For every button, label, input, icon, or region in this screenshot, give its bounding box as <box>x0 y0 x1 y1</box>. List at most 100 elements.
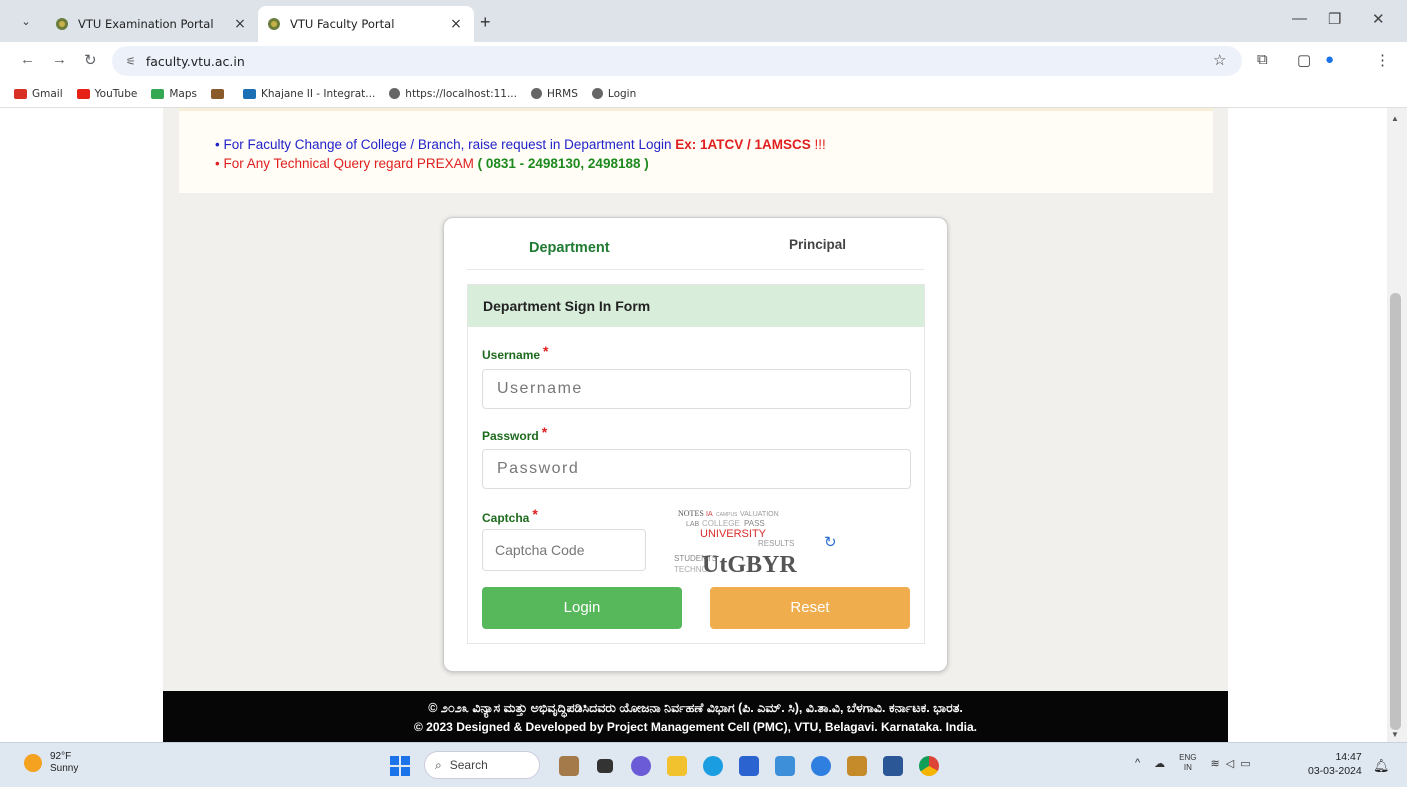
reset-button[interactable]: Reset <box>710 587 910 629</box>
bookmark-login[interactable]: Login <box>591 88 636 100</box>
globe-icon <box>591 88 603 99</box>
new-tab-button[interactable]: + <box>480 12 491 33</box>
captcha-code-text: UtGBYR <box>702 552 797 578</box>
notice-item-technical-query: For Any Technical Query regard PREXAM ( … <box>215 154 826 173</box>
browser-tab-vtu-exam[interactable]: VTU Examination Portal × <box>46 6 258 42</box>
side-panel-icon[interactable]: ▢ <box>1297 51 1311 69</box>
task-view-icon[interactable] <box>589 751 621 781</box>
close-tab-icon[interactable]: × <box>448 16 464 32</box>
required-mark: * <box>532 506 538 522</box>
sun-icon <box>24 754 42 772</box>
weather-text: Sunny <box>50 763 79 774</box>
scroll-up-icon[interactable]: ▲ <box>1391 114 1399 123</box>
notification-bell-icon[interactable]: 🔔︎ <box>1373 758 1390 774</box>
refresh-captcha-icon[interactable]: ↻ <box>824 533 837 551</box>
login-tabs: Department Principal <box>467 218 924 270</box>
bookmark-youtube[interactable]: YouTube <box>76 88 137 100</box>
username-input[interactable]: Username <box>482 369 911 409</box>
menu-icon[interactable]: ⋮ <box>1375 51 1390 69</box>
extensions-icon[interactable]: ⧉ <box>1257 51 1268 68</box>
maps-icon <box>151 88 165 99</box>
address-bar[interactable]: ⚟ faculty.vtu.ac.in <box>112 46 1242 76</box>
khajane-icon <box>242 88 256 99</box>
gmail-icon <box>14 88 27 99</box>
scroll-down-icon[interactable]: ▼ <box>1391 730 1399 739</box>
captcha-word: PASS <box>744 519 765 528</box>
profile-icon[interactable]: ● <box>1325 51 1334 68</box>
word-icon[interactable] <box>877 751 909 781</box>
file-explorer-icon[interactable] <box>661 751 693 781</box>
forward-icon[interactable]: → <box>52 51 67 68</box>
mail-app-icon[interactable] <box>769 751 801 781</box>
captcha-word: RESULTS <box>758 539 794 548</box>
clock-time: 14:47 <box>1335 751 1362 763</box>
edge-icon[interactable] <box>697 751 729 781</box>
captcha-image: NOTES IA CAMPUS VALUATION LAB COLLEGE PA… <box>672 506 822 578</box>
minimize-icon[interactable]: — <box>1292 10 1307 27</box>
tab-principal[interactable]: Principal <box>789 218 846 270</box>
captcha-word: UNIVERSITY <box>700 528 767 540</box>
weather-widget[interactable]: 92°F Sunny <box>24 751 78 775</box>
temperature: 92°F <box>50 751 72 762</box>
volume-icon[interactable]: ◁ <box>1226 757 1234 770</box>
password-input[interactable]: Password <box>482 449 911 489</box>
page-footer: © ೨೦೨೩ ವಿನ್ಯಾಸ ಮತ್ತು ಅಭಿವೃದ್ಧಿಪಡಿಸಿದವರು … <box>163 691 1228 742</box>
clock-date: 03-03-2024 <box>1308 765 1362 777</box>
tab-title: VTU Examination Portal <box>78 17 214 31</box>
youtube-icon <box>76 88 90 99</box>
app-icon[interactable] <box>805 751 837 781</box>
restore-icon[interactable]: ❐ <box>1328 10 1341 28</box>
bookmark-gmail[interactable]: Gmail <box>14 88 63 100</box>
bookmarks-bar: Gmail YouTube Maps Khajane II - Integrat… <box>0 80 1407 108</box>
tab-title: VTU Faculty Portal <box>290 17 395 31</box>
notice-panel: For Faculty Change of College / Branch, … <box>179 108 1213 193</box>
captcha-word: IA <box>706 511 713 518</box>
close-tab-icon[interactable]: × <box>232 16 248 32</box>
bookmark-star-icon[interactable]: ☆ <box>1213 51 1226 69</box>
app-icon[interactable] <box>841 751 873 781</box>
globe-icon <box>389 88 401 99</box>
captcha-input[interactable]: Captcha Code <box>482 529 646 571</box>
username-label: Username * <box>482 343 549 362</box>
battery-icon[interactable]: ▭ <box>1240 757 1250 770</box>
taskbar-clock[interactable]: 14:47 03-03-2024 <box>1308 750 1362 778</box>
login-card: Department Principal Department Sign In … <box>443 217 948 672</box>
site-info-icon[interactable]: ⚟ <box>126 55 136 68</box>
notice-phone: ( 0831 - 2498130, 2498188 ) <box>477 156 649 171</box>
captcha-word: NOTES <box>678 509 704 518</box>
cloud-icon[interactable]: ☁ <box>1154 757 1165 770</box>
browser-toolbar: ← → ↻ ⚟ faculty.vtu.ac.in ☆ ⧉ ▢ ● ⋮ <box>0 42 1407 80</box>
chat-app-icon[interactable] <box>625 751 657 781</box>
bookmark-hrms[interactable]: HRMS <box>530 88 578 100</box>
notice-item-college-change: For Faculty Change of College / Branch, … <box>215 135 825 154</box>
captcha-label: Captcha * <box>482 506 538 525</box>
chevron-up-icon[interactable]: ^ <box>1135 757 1140 769</box>
vtu-favicon <box>56 18 68 30</box>
close-window-icon[interactable]: ✕ <box>1372 10 1385 28</box>
captcha-word: COLLEGE <box>702 519 740 528</box>
windows-start-icon[interactable] <box>390 756 410 776</box>
people-app-icon[interactable] <box>553 751 585 781</box>
bookmark-khajane[interactable]: Khajane II - Integrat... <box>242 88 375 100</box>
bookmark-localhost[interactable]: https://localhost:11... <box>389 88 517 100</box>
system-tray: ^ ☁ ENG IN ≋ ◁ ▭ <box>1135 753 1251 773</box>
wifi-icon[interactable]: ≋ <box>1211 757 1220 770</box>
login-button[interactable]: Login <box>482 587 682 629</box>
captcha-word: CAMPUS <box>716 512 738 518</box>
browser-tab-vtu-faculty[interactable]: VTU Faculty Portal × <box>258 6 474 42</box>
language-indicator[interactable]: ENG IN <box>1179 753 1196 773</box>
tab-search-dropdown[interactable]: ⌄ <box>12 9 40 33</box>
back-icon[interactable]: ← <box>20 51 35 68</box>
url-text: faculty.vtu.ac.in <box>145 53 245 69</box>
tab-department[interactable]: Department <box>529 218 610 270</box>
chrome-icon[interactable] <box>913 751 945 781</box>
scrollbar-thumb[interactable] <box>1390 293 1401 730</box>
search-icon: ⌕ <box>435 757 442 772</box>
reload-icon[interactable]: ↻ <box>84 51 97 69</box>
bookmark-maps[interactable]: Maps <box>151 88 197 100</box>
bookmark-unnamed[interactable] <box>210 88 229 99</box>
taskbar-search[interactable]: ⌕ Search <box>424 751 540 779</box>
captcha-word: VALUATION <box>740 511 779 518</box>
store-icon[interactable] <box>733 751 765 781</box>
captcha-word: LAB <box>686 521 700 528</box>
